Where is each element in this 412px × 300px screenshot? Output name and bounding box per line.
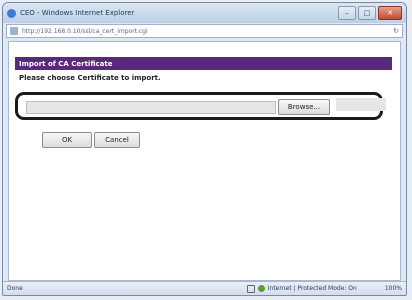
close-icon[interactable]: ✕ [378,6,402,20]
file-row-background [336,98,386,111]
lock-icon [246,284,255,293]
page-title: Import of CA Certificate [15,57,392,70]
page-content: Import of CA Certificate Please choose C… [8,41,401,281]
status-text: Done [7,285,23,292]
maximize-icon[interactable]: □ [358,6,376,20]
browser-window: CEO - Windows Internet Explorer – □ ✕ ht… [2,2,407,296]
refresh-icon[interactable]: ↻ [393,27,399,35]
address-url[interactable]: http://192.168.0.10/ssl/ca_cert_import.c… [22,28,148,35]
title-bar: CEO - Windows Internet Explorer – □ ✕ [3,3,406,23]
window-controls: – □ ✕ [338,6,402,20]
ie-icon [7,8,16,18]
zoom-level[interactable]: 100% [385,285,402,292]
status-bar: Done Internet | Protected Mode: On 100% [3,281,406,295]
browse-button[interactable]: Browse... [278,99,330,115]
cancel-button[interactable]: Cancel [94,132,140,148]
address-bar[interactable]: http://192.168.0.10/ssl/ca_cert_import.c… [6,24,403,38]
file-select-row: Browse... [15,92,383,120]
zone-label: Internet | Protected Mode: On [267,285,357,292]
globe-icon [257,285,265,292]
instruction-text: Please choose Certificate to import. [19,74,161,82]
page-icon [10,27,18,35]
minimize-icon[interactable]: – [338,6,356,20]
window-title: CEO - Windows Internet Explorer [20,9,135,17]
ok-button[interactable]: OK [42,132,92,148]
security-zone: Internet | Protected Mode: On [246,284,357,293]
file-path-input[interactable] [26,101,276,114]
